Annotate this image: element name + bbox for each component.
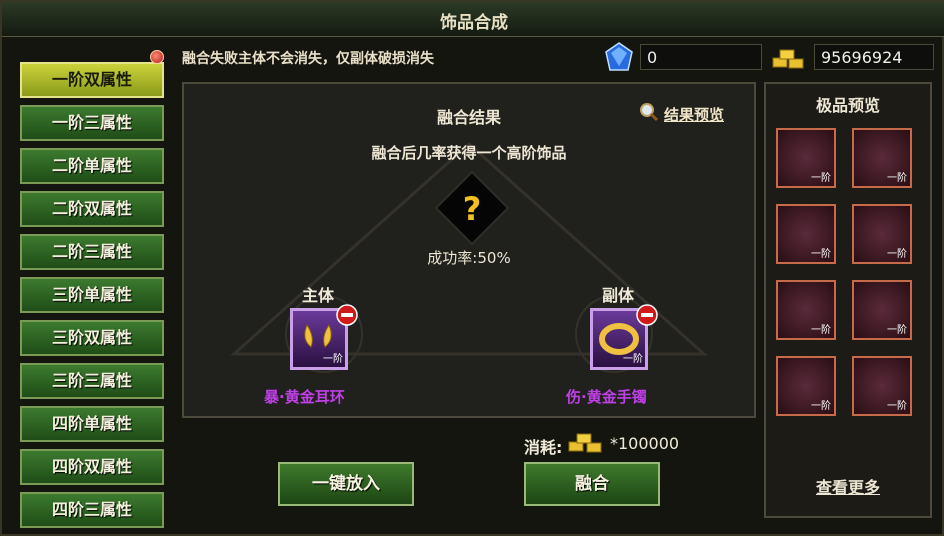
face-mask-icon[interactable]: 一阶 bbox=[852, 356, 912, 416]
bracelet-icon[interactable]: 一阶 bbox=[776, 204, 836, 264]
sidebar-item-7[interactable]: 三阶双属性 bbox=[20, 320, 164, 356]
sidebar-item-5[interactable]: 二阶三属性 bbox=[20, 234, 164, 270]
primary-item-name: 暴·黄金耳环 bbox=[264, 388, 345, 406]
tier-badge: 一阶 bbox=[811, 325, 831, 336]
gold-balance: 95696924 bbox=[814, 44, 934, 70]
tier-sidebar: 一阶双属性 一阶三属性 二阶单属性 二阶双属性 二阶三属性 三阶单属性 三阶双属… bbox=[14, 48, 166, 528]
earring-icon[interactable]: 一阶 bbox=[776, 128, 836, 188]
view-more-link[interactable]: 查看更多 bbox=[766, 474, 930, 498]
diamond-currency-icon bbox=[605, 42, 633, 71]
sidebar-item-2[interactable]: 一阶三属性 bbox=[20, 105, 164, 141]
shield-badge-icon[interactable]: 一阶 bbox=[776, 356, 836, 416]
mask-icon[interactable]: 一阶 bbox=[852, 128, 912, 188]
auto-fill-button[interactable]: 一键放入 bbox=[278, 462, 414, 506]
result-unknown-symbol: ? bbox=[462, 190, 482, 228]
sidebar-item-1[interactable]: 一阶双属性 bbox=[20, 62, 164, 98]
secondary-label: 副体 bbox=[602, 286, 635, 305]
sidebar-item-3[interactable]: 二阶单属性 bbox=[20, 148, 164, 184]
tier-badge: 一阶 bbox=[887, 401, 907, 412]
primary-label: 主体 bbox=[302, 286, 335, 305]
tier-badge: 一阶 bbox=[811, 173, 831, 184]
fusion-description: 融合后几率获得一个高阶饰品 bbox=[371, 144, 567, 162]
ribbon-icon[interactable]: 一阶 bbox=[852, 280, 912, 340]
title-bar: 饰品合成 bbox=[2, 2, 944, 37]
sidebar-item-6[interactable]: 三阶单属性 bbox=[20, 277, 164, 313]
sidebar-item-11[interactable]: 四阶三属性 bbox=[20, 492, 164, 528]
sidebar-item-10[interactable]: 四阶双属性 bbox=[20, 449, 164, 485]
window-frame: 饰品合成 一阶双属性 一阶三属性 二阶单属性 二阶双属性 二阶三属性 三阶单属性… bbox=[0, 0, 944, 536]
cost-value: *100000 bbox=[610, 434, 680, 453]
fusion-notice: 融合失败主体不会消失，仅副体破损消失 bbox=[182, 51, 434, 67]
magnifier-icon[interactable] bbox=[639, 102, 659, 122]
result-slot: ? bbox=[434, 170, 510, 246]
sidebar-item-4[interactable]: 二阶双属性 bbox=[20, 191, 164, 227]
cost-label: 消耗: bbox=[524, 438, 563, 457]
primary-tier-badge: 一阶 bbox=[323, 354, 343, 365]
result-preview-link[interactable]: 结果预览 bbox=[664, 104, 724, 125]
tier-badge: 一阶 bbox=[811, 249, 831, 260]
gold-coins-icon bbox=[568, 433, 602, 453]
secondary-item-name: 伤·黄金手镯 bbox=[566, 388, 647, 406]
premium-preview-title: 极品预览 bbox=[815, 96, 880, 115]
premium-preview-panel: 极品预览 一阶 一阶 一阶 一阶 一阶 一阶 一阶 一阶 查看更多 bbox=[764, 82, 932, 518]
notification-dot-icon bbox=[150, 50, 164, 64]
remove-secondary-icon[interactable] bbox=[636, 304, 658, 326]
fusion-panel: 融合结果 结果预览 融合后几率获得一个高阶饰品 ? 成功率:50% 主体 一阶 … bbox=[182, 82, 756, 418]
winged-gem-icon[interactable]: 一阶 bbox=[852, 204, 912, 264]
tier-badge: 一阶 bbox=[887, 325, 907, 336]
bow-icon[interactable]: 一阶 bbox=[776, 280, 836, 340]
sidebar-item-8[interactable]: 三阶三属性 bbox=[20, 363, 164, 399]
gem-balance: 0 bbox=[640, 44, 762, 70]
gold-coins-icon bbox=[772, 49, 804, 69]
tier-badge: 一阶 bbox=[887, 173, 907, 184]
sidebar-item-9[interactable]: 四阶单属性 bbox=[20, 406, 164, 442]
remove-primary-icon[interactable] bbox=[336, 304, 358, 326]
success-rate: 成功率:50% bbox=[427, 249, 511, 267]
fuse-button[interactable]: 融合 bbox=[524, 462, 660, 506]
tier-badge: 一阶 bbox=[887, 249, 907, 260]
tier-badge: 一阶 bbox=[811, 401, 831, 412]
window-title: 饰品合成 bbox=[440, 13, 508, 33]
secondary-tier-badge: 一阶 bbox=[623, 354, 643, 365]
